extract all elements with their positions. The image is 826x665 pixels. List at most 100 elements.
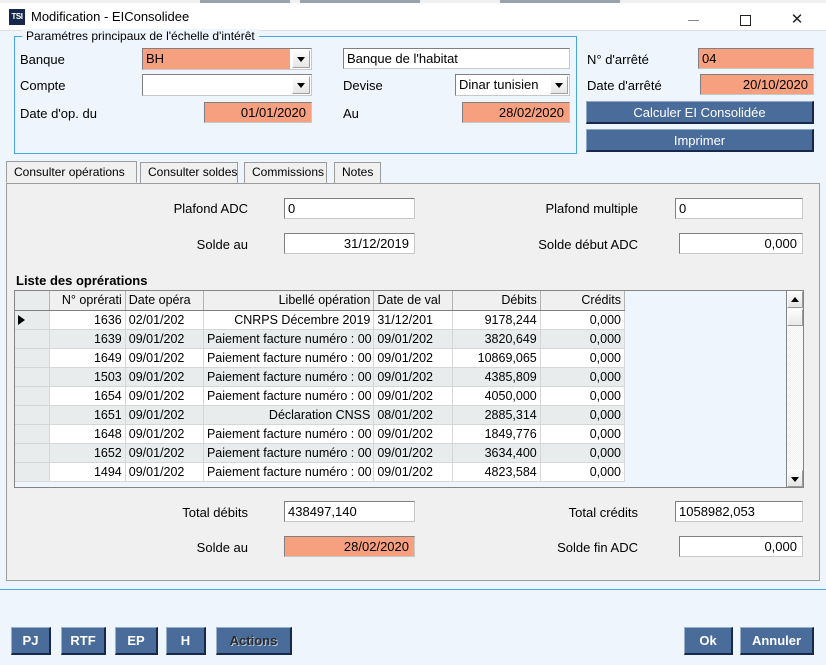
cell-date-valeur[interactable]: 09/01/202 bbox=[373, 348, 453, 368]
cell-credit[interactable]: 0,000 bbox=[540, 462, 626, 482]
cell-debit[interactable]: 1849,776 bbox=[452, 424, 541, 444]
cell-date-operation[interactable]: 09/01/202 bbox=[125, 367, 204, 387]
column-header-libelle[interactable]: Libellé opération bbox=[203, 291, 375, 311]
cell-credit[interactable]: 0,000 bbox=[540, 310, 626, 330]
plafond-multiple-field[interactable]: 0 bbox=[675, 198, 803, 219]
cell-credit[interactable]: 0,000 bbox=[540, 348, 626, 368]
cell-date-operation[interactable]: 09/01/202 bbox=[125, 348, 204, 368]
banque-name-field[interactable]: Banque de l'habitat bbox=[343, 48, 570, 69]
cell-date-valeur[interactable]: 09/01/202 bbox=[373, 367, 453, 387]
table-row[interactable]: 1654 09/01/202 Paiement facture numéro : 0… bbox=[15, 386, 626, 406]
calculer-ei-consolidee-button[interactable]: Calculer EI Consolidée bbox=[586, 101, 814, 124]
rtf-button[interactable]: RTF bbox=[61, 627, 106, 655]
solde-debut-adc-field[interactable]: 0,000 bbox=[679, 233, 803, 254]
cell-debit[interactable]: 10869,065 bbox=[452, 348, 541, 368]
cell-date-operation[interactable]: 02/01/202 bbox=[125, 310, 204, 330]
cell-date-valeur[interactable]: 31/12/201 bbox=[373, 310, 453, 330]
table-row[interactable]: 1503 09/01/202 Paiement facture numéro : 0… bbox=[15, 367, 626, 387]
scrollbar-track[interactable] bbox=[787, 308, 803, 470]
cell-libelle[interactable]: CNRPS Décembre 2019 bbox=[203, 310, 375, 330]
chevron-down-icon[interactable] bbox=[292, 76, 310, 94]
cell-date-operation[interactable]: 09/01/202 bbox=[125, 386, 204, 406]
cell-date-valeur[interactable]: 09/01/202 bbox=[373, 329, 453, 349]
cell-numero[interactable]: 1651 bbox=[49, 405, 126, 425]
cell-libelle[interactable]: Déclaration CNSS bbox=[203, 405, 375, 425]
vertical-scrollbar[interactable] bbox=[786, 291, 803, 487]
row-indicator-cell[interactable] bbox=[15, 329, 50, 349]
table-row[interactable]: 1648 09/01/202 Paiement facture numéro : 0… bbox=[15, 424, 626, 444]
cell-date-valeur[interactable]: 08/01/202 bbox=[373, 405, 453, 425]
row-indicator-cell[interactable] bbox=[15, 424, 50, 444]
scrollbar-thumb[interactable] bbox=[787, 309, 803, 326]
ep-button[interactable]: EP bbox=[115, 627, 158, 655]
cell-libelle[interactable]: Paiement facture numéro : 00 bbox=[203, 367, 375, 387]
row-indicator-cell[interactable] bbox=[15, 386, 50, 406]
cell-debit[interactable]: 3634,400 bbox=[452, 443, 541, 463]
cell-debit[interactable]: 4050,000 bbox=[452, 386, 541, 406]
date-arrete-field[interactable]: 20/10/2020 bbox=[700, 74, 814, 95]
cell-numero[interactable]: 1652 bbox=[49, 443, 126, 463]
row-indicator-cell[interactable] bbox=[15, 367, 50, 387]
cell-date-valeur[interactable]: 09/01/202 bbox=[373, 424, 453, 444]
column-header-credits[interactable]: Crédits bbox=[540, 291, 626, 311]
cell-credit[interactable]: 0,000 bbox=[540, 424, 626, 444]
table-row[interactable]: 1494 09/01/202 Paiement facture numéro : 0… bbox=[15, 462, 626, 482]
row-indicator-cell[interactable] bbox=[15, 462, 50, 482]
plafond-adc-field[interactable]: 0 bbox=[284, 198, 415, 219]
tab-consulter-operations[interactable]: Consulter opérations bbox=[6, 161, 137, 183]
cell-date-operation[interactable]: 09/01/202 bbox=[125, 329, 204, 349]
chevron-down-icon[interactable] bbox=[550, 76, 568, 94]
cell-numero[interactable]: 1503 bbox=[49, 367, 126, 387]
table-row[interactable]: 1651 09/01/202 Déclaration CNSS 08/01/202 28… bbox=[15, 405, 626, 425]
column-header-numero[interactable]: N° oprérati bbox=[49, 291, 126, 311]
cell-date-valeur[interactable]: 09/01/202 bbox=[373, 386, 453, 406]
ok-button[interactable]: Ok bbox=[684, 627, 733, 655]
cell-credit[interactable]: 0,000 bbox=[540, 386, 626, 406]
cell-libelle[interactable]: Paiement facture numéro : 00 bbox=[203, 462, 375, 482]
minimize-icon[interactable] bbox=[670, 6, 716, 33]
solde-au-total-field[interactable]: 28/02/2020 bbox=[284, 536, 415, 557]
cell-credit[interactable]: 0,000 bbox=[540, 443, 626, 463]
cell-date-operation[interactable]: 09/01/202 bbox=[125, 424, 204, 444]
cell-numero[interactable]: 1649 bbox=[49, 348, 126, 368]
table-row[interactable]: 1652 09/01/202 Paiement facture numéro : 0… bbox=[15, 443, 626, 463]
au-field[interactable]: 28/02/2020 bbox=[462, 102, 570, 123]
cell-numero[interactable]: 1648 bbox=[49, 424, 126, 444]
row-indicator-cell[interactable] bbox=[15, 310, 50, 330]
imprimer-button[interactable]: Imprimer bbox=[586, 129, 814, 152]
maximize-icon[interactable] bbox=[722, 6, 768, 33]
cell-numero[interactable]: 1636 bbox=[49, 310, 126, 330]
cell-numero[interactable]: 1654 bbox=[49, 386, 126, 406]
close-icon[interactable]: ✕ bbox=[774, 6, 820, 33]
num-arrete-field[interactable]: 04 bbox=[698, 48, 814, 69]
cell-credit[interactable]: 0,000 bbox=[540, 329, 626, 349]
tab-consulter-soldes[interactable]: Consulter soldes bbox=[140, 162, 238, 183]
scroll-down-icon[interactable] bbox=[787, 470, 803, 487]
scroll-up-icon[interactable] bbox=[787, 291, 803, 308]
cell-libelle[interactable]: Paiement facture numéro : 00 bbox=[203, 348, 375, 368]
date-op-du-field[interactable]: 01/01/2020 bbox=[204, 102, 312, 123]
h-button[interactable]: H bbox=[166, 627, 206, 655]
chevron-down-icon[interactable] bbox=[292, 50, 310, 68]
cell-numero[interactable]: 1494 bbox=[49, 462, 126, 482]
cell-credit[interactable]: 0,000 bbox=[540, 367, 626, 387]
column-header-indicator[interactable] bbox=[15, 291, 50, 311]
compte-combo[interactable] bbox=[142, 74, 312, 96]
row-indicator-cell[interactable] bbox=[15, 348, 50, 368]
cell-libelle[interactable]: Paiement facture numéro : 00 bbox=[203, 443, 375, 463]
cell-numero[interactable]: 1639 bbox=[49, 329, 126, 349]
cell-libelle[interactable]: Paiement facture numéro : 00 bbox=[203, 424, 375, 444]
cell-debit[interactable]: 3820,649 bbox=[452, 329, 541, 349]
column-header-debits[interactable]: Débits bbox=[452, 291, 541, 311]
actions-button[interactable]: Actions bbox=[216, 627, 292, 655]
annuler-button[interactable]: Annuler bbox=[740, 627, 814, 655]
cell-date-operation[interactable]: 09/01/202 bbox=[125, 405, 204, 425]
cell-debit[interactable]: 9178,244 bbox=[452, 310, 541, 330]
column-header-date-val[interactable]: Date de val bbox=[373, 291, 453, 311]
cell-debit[interactable]: 4823,584 bbox=[452, 462, 541, 482]
solde-au-field[interactable]: 31/12/2019 bbox=[284, 233, 415, 254]
devise-combo[interactable]: Dinar tunisien bbox=[455, 74, 570, 96]
cell-date-valeur[interactable]: 09/01/202 bbox=[373, 443, 453, 463]
cell-date-operation[interactable]: 09/01/202 bbox=[125, 443, 204, 463]
cell-credit[interactable]: 0,000 bbox=[540, 405, 626, 425]
